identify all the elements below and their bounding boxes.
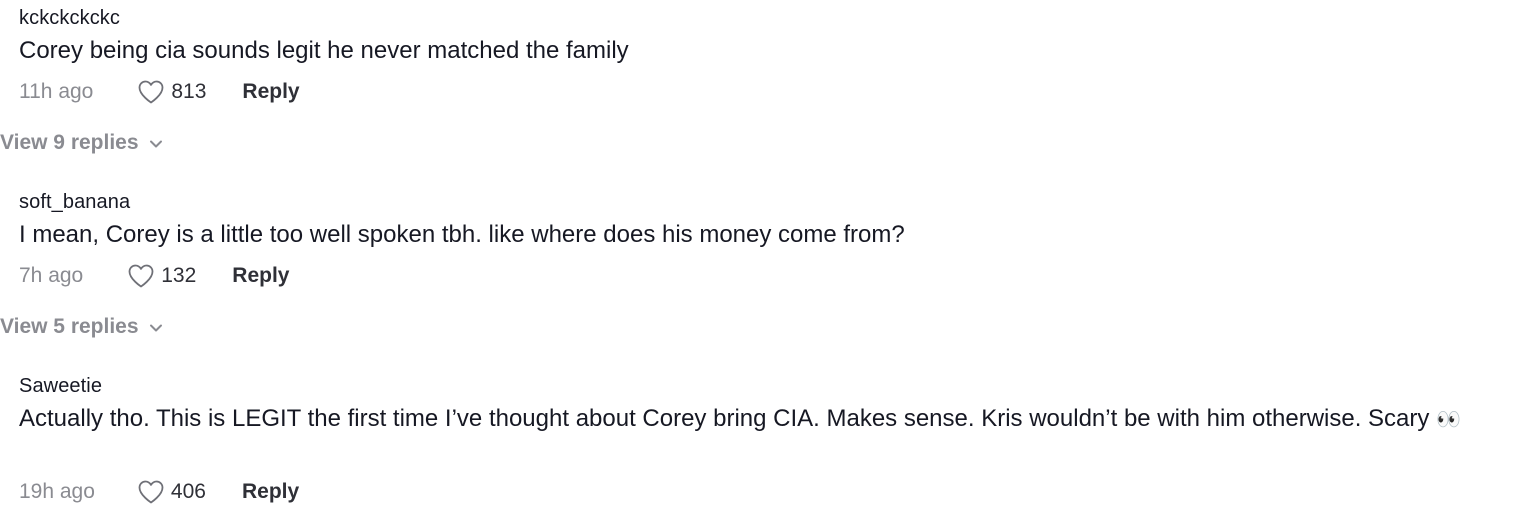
eyes-emoji: 👀 [1436,409,1461,431]
comment-username[interactable]: Saweetie [19,375,102,397]
comment-text-body: Actually tho. This is LEGIT the first ti… [19,405,1430,432]
view-replies-button[interactable]: View 9 replies [0,129,163,157]
like-count: 132 [161,264,197,287]
reply-button[interactable]: Reply [242,478,299,506]
comment-list: kckckckckc Corey being cia sounds legit … [0,0,1536,524]
comment-meta: 19h ago 406 Reply [19,478,299,506]
view-replies-label: View 9 replies [0,131,139,154]
comment-text: Actually tho. This is LEGIT the first ti… [19,404,1499,435]
like-button[interactable]: 813 [137,78,206,106]
comment-timestamp: 11h ago [19,80,94,103]
comment-timestamp: 19h ago [19,480,95,503]
comment-timestamp: 7h ago [19,264,84,287]
like-count: 406 [170,480,206,503]
chevron-down-icon [149,131,163,155]
comment-text: I mean, Corey is a little too well spoke… [19,221,905,248]
reply-button[interactable]: Reply [242,78,299,106]
heart-outline-icon [127,263,155,289]
heart-outline-icon [137,79,165,105]
view-replies-button[interactable]: View 5 replies [0,313,163,341]
like-count: 813 [171,80,207,103]
comment-meta: 7h ago 132 Reply [19,262,289,290]
comment-username[interactable]: kckckckckc [19,7,120,29]
like-button[interactable]: 132 [127,262,196,290]
reply-button[interactable]: Reply [232,262,289,290]
view-replies-label: View 5 replies [0,315,139,338]
comment-username[interactable]: soft_banana [19,191,130,213]
comment-meta: 11h ago 813 Reply [19,78,300,106]
chevron-down-icon [149,315,163,339]
comment-text: Corey being cia sounds legit he never ma… [19,37,629,64]
like-button[interactable]: 406 [137,478,206,506]
heart-outline-icon [137,479,165,505]
